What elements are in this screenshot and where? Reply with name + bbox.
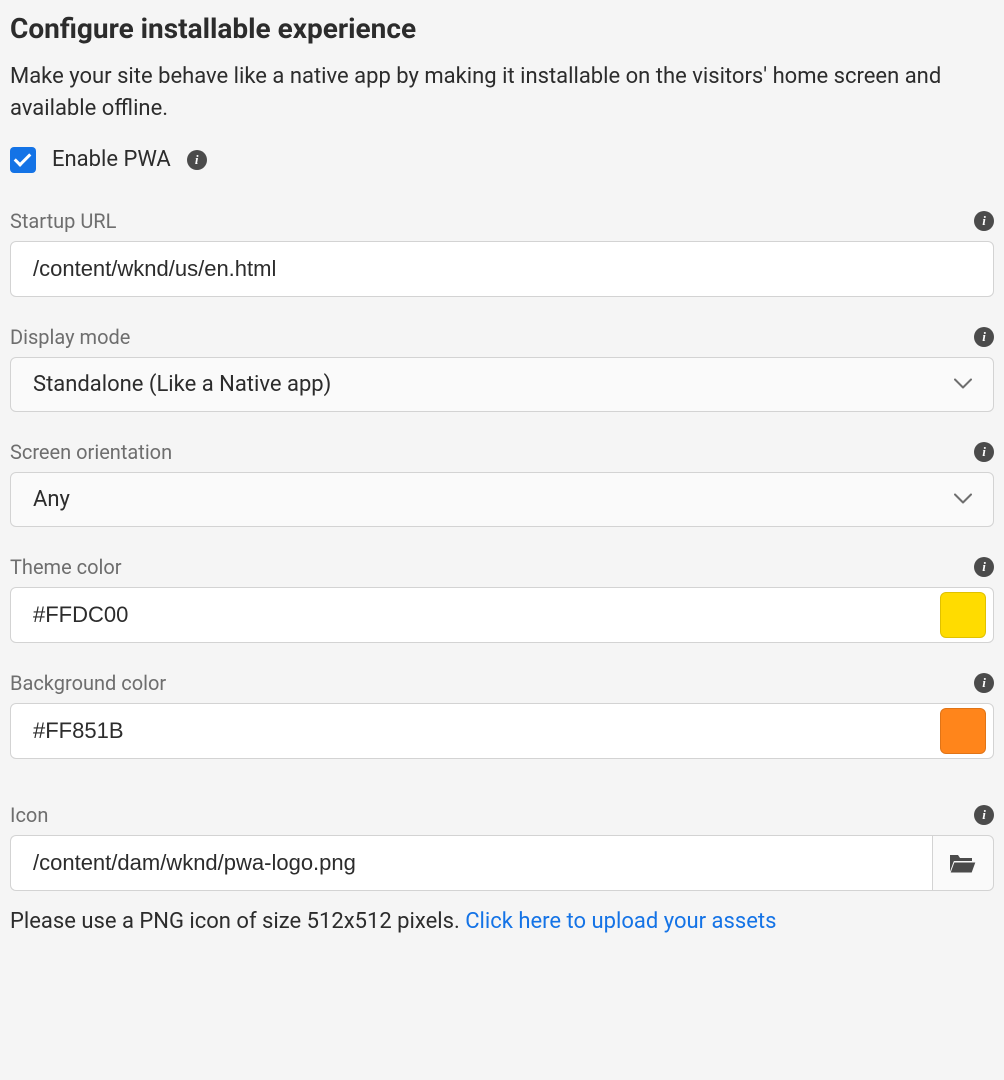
page-title: Configure installable experience	[10, 12, 994, 45]
folder-open-icon	[948, 851, 978, 875]
background-color-swatch[interactable]	[940, 708, 986, 754]
field-background-color: Background color i	[10, 671, 994, 759]
field-startup-url: Startup URL i	[10, 209, 994, 297]
icon-help-prefix: Please use a PNG icon of size 512x512 pi…	[10, 909, 465, 934]
info-icon[interactable]: i	[974, 557, 994, 577]
screen-orientation-label: Screen orientation	[10, 440, 172, 464]
info-icon[interactable]: i	[974, 673, 994, 693]
field-theme-color: Theme color i	[10, 555, 994, 643]
background-color-input[interactable]	[10, 703, 994, 759]
enable-pwa-row: Enable PWA i	[10, 147, 994, 173]
field-display-mode: Display mode i Standalone (Like a Native…	[10, 325, 994, 412]
background-color-label: Background color	[10, 671, 166, 695]
theme-color-swatch[interactable]	[940, 592, 986, 638]
startup-url-input[interactable]	[10, 241, 994, 297]
info-icon[interactable]: i	[974, 805, 994, 825]
icon-help-text: Please use a PNG icon of size 512x512 pi…	[10, 909, 994, 934]
upload-assets-link[interactable]: Click here to upload your assets	[465, 909, 776, 934]
enable-pwa-checkbox[interactable]	[10, 147, 36, 173]
icon-path-input[interactable]	[10, 835, 932, 891]
startup-url-label: Startup URL	[10, 209, 116, 233]
page-description: Make your site behave like a native app …	[10, 61, 994, 125]
info-icon[interactable]: i	[187, 150, 207, 170]
display-mode-select[interactable]: Standalone (Like a Native app)	[10, 357, 994, 412]
info-icon[interactable]: i	[974, 211, 994, 231]
info-icon[interactable]: i	[974, 327, 994, 347]
theme-color-label: Theme color	[10, 555, 122, 579]
display-mode-label: Display mode	[10, 325, 130, 349]
theme-color-input[interactable]	[10, 587, 994, 643]
icon-label: Icon	[10, 803, 48, 827]
field-icon: Icon i Please use a PNG icon of size 512…	[10, 803, 994, 934]
field-screen-orientation: Screen orientation i Any	[10, 440, 994, 527]
info-icon[interactable]: i	[974, 442, 994, 462]
enable-pwa-label: Enable PWA	[52, 147, 171, 172]
screen-orientation-select[interactable]: Any	[10, 472, 994, 527]
browse-button[interactable]	[932, 835, 994, 891]
